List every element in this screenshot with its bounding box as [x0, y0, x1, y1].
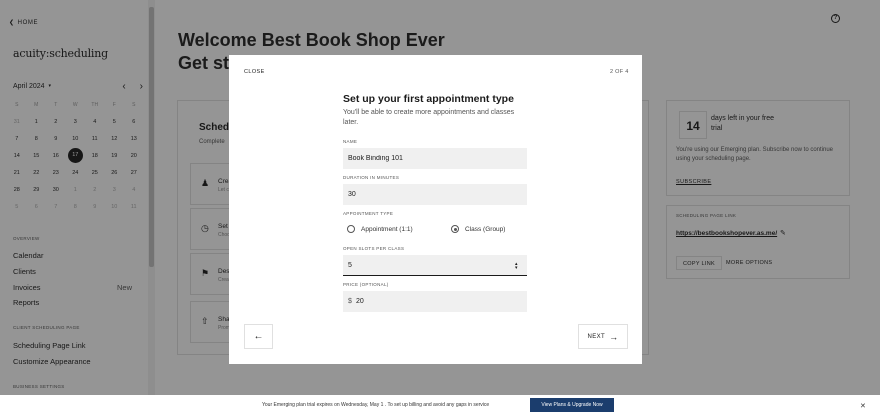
price-label: PRICE (OPTIONAL) [343, 282, 389, 287]
price-input[interactable] [343, 291, 527, 312]
modal-description: You'll be able to create more appointmen… [343, 109, 515, 126]
back-button[interactable]: ← [244, 324, 273, 349]
appointment-type-group: Appointment (1:1) Class (Group) [347, 225, 505, 233]
currency-prefix: $ [348, 298, 352, 305]
radio-appointment-label: Appointment (1:1) [361, 225, 413, 233]
slots-stepper[interactable]: ▴ ▾ [515, 262, 518, 271]
modal-title: Set up your first appointment type [343, 93, 514, 105]
close-icon[interactable]: ✕ [860, 402, 866, 410]
duration-label: DURATION IN MINUTES [343, 175, 400, 180]
upgrade-button[interactable]: View Plans & Upgrade Now [530, 398, 614, 412]
next-button[interactable]: NEXT → [578, 324, 628, 349]
slots-input[interactable] [343, 255, 527, 276]
setup-modal: CLOSE 2 OF 4 Set up your first appointme… [229, 55, 642, 364]
name-input[interactable] [343, 148, 527, 169]
step-indicator: 2 OF 4 [610, 69, 629, 75]
slots-label: OPEN SLOTS PER CLASS [343, 246, 405, 251]
banner-message: Your Emerging plan trial expires on Wedn… [262, 402, 490, 408]
radio-class-label: Class (Group) [465, 225, 506, 233]
next-label: NEXT [587, 333, 606, 340]
name-label: NAME [343, 139, 358, 144]
duration-input[interactable] [343, 184, 527, 205]
radio-class[interactable] [451, 225, 459, 233]
appointment-type-label: APPOINTMENT TYPE [343, 211, 394, 216]
arrow-left-icon: ← [253, 331, 264, 342]
arrow-right-icon: → [609, 331, 619, 342]
trial-banner: Your Emerging plan trial expires on Wedn… [0, 395, 880, 419]
radio-appointment[interactable] [347, 225, 355, 233]
close-button[interactable]: CLOSE [244, 69, 265, 75]
